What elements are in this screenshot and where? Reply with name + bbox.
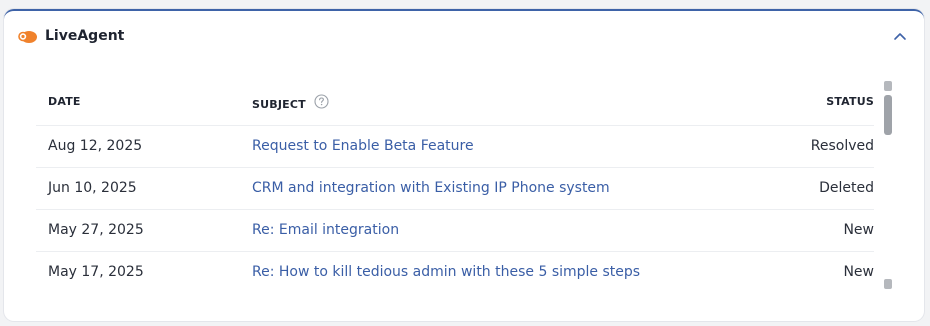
ticket-date: May 27, 2025 <box>48 222 144 238</box>
table-header: DATE SUBJECT STATUS <box>36 81 874 126</box>
ticket-subject-link[interactable]: Re: Email integration <box>252 222 399 238</box>
question-circle-icon[interactable] <box>314 94 329 109</box>
widget-header: LiveAgent <box>4 11 924 67</box>
table-row: Aug 12, 2025 Request to Enable Beta Feat… <box>36 126 874 168</box>
scrollbar-thumb[interactable] <box>884 95 892 135</box>
ticket-date: May 17, 2025 <box>48 264 144 280</box>
ticket-subject-link[interactable]: Re: How to kill tedious admin with these… <box>252 264 640 280</box>
table-row: May 17, 2025 Re: How to kill tedious adm… <box>36 252 874 293</box>
column-header-subject: SUBJECT <box>252 94 329 112</box>
column-header-subject-label: SUBJECT <box>252 98 306 111</box>
column-header-date: DATE <box>48 95 81 108</box>
ticket-date: Aug 12, 2025 <box>48 138 143 154</box>
ticket-date: Jun 10, 2025 <box>48 180 137 196</box>
table-row: May 27, 2025 Re: Email integration New <box>36 210 874 252</box>
table-scrollbar[interactable] <box>884 81 892 291</box>
table-row: Jun 10, 2025 CRM and integration with Ex… <box>36 168 874 210</box>
ticket-status: Resolved <box>810 138 874 154</box>
ticket-subject-link[interactable]: CRM and integration with Existing IP Pho… <box>252 180 610 196</box>
chevron-up-icon[interactable] <box>892 29 908 45</box>
liveagent-logo-icon <box>18 29 38 45</box>
ticket-status: New <box>843 264 874 280</box>
ticket-status: New <box>843 222 874 238</box>
column-header-status: STATUS <box>826 95 874 108</box>
tickets-table: DATE SUBJECT STATUS Aug 12, 2025 Request… <box>36 81 874 293</box>
ticket-status: Deleted <box>819 180 874 196</box>
liveagent-widget: LiveAgent DATE SUBJECT STATUS Aug 12, 20… <box>4 9 924 321</box>
widget-title: LiveAgent <box>45 28 125 44</box>
scrollbar-down-arrow[interactable] <box>884 279 892 289</box>
ticket-subject-link[interactable]: Request to Enable Beta Feature <box>252 138 474 154</box>
scrollbar-up-arrow[interactable] <box>884 81 892 91</box>
